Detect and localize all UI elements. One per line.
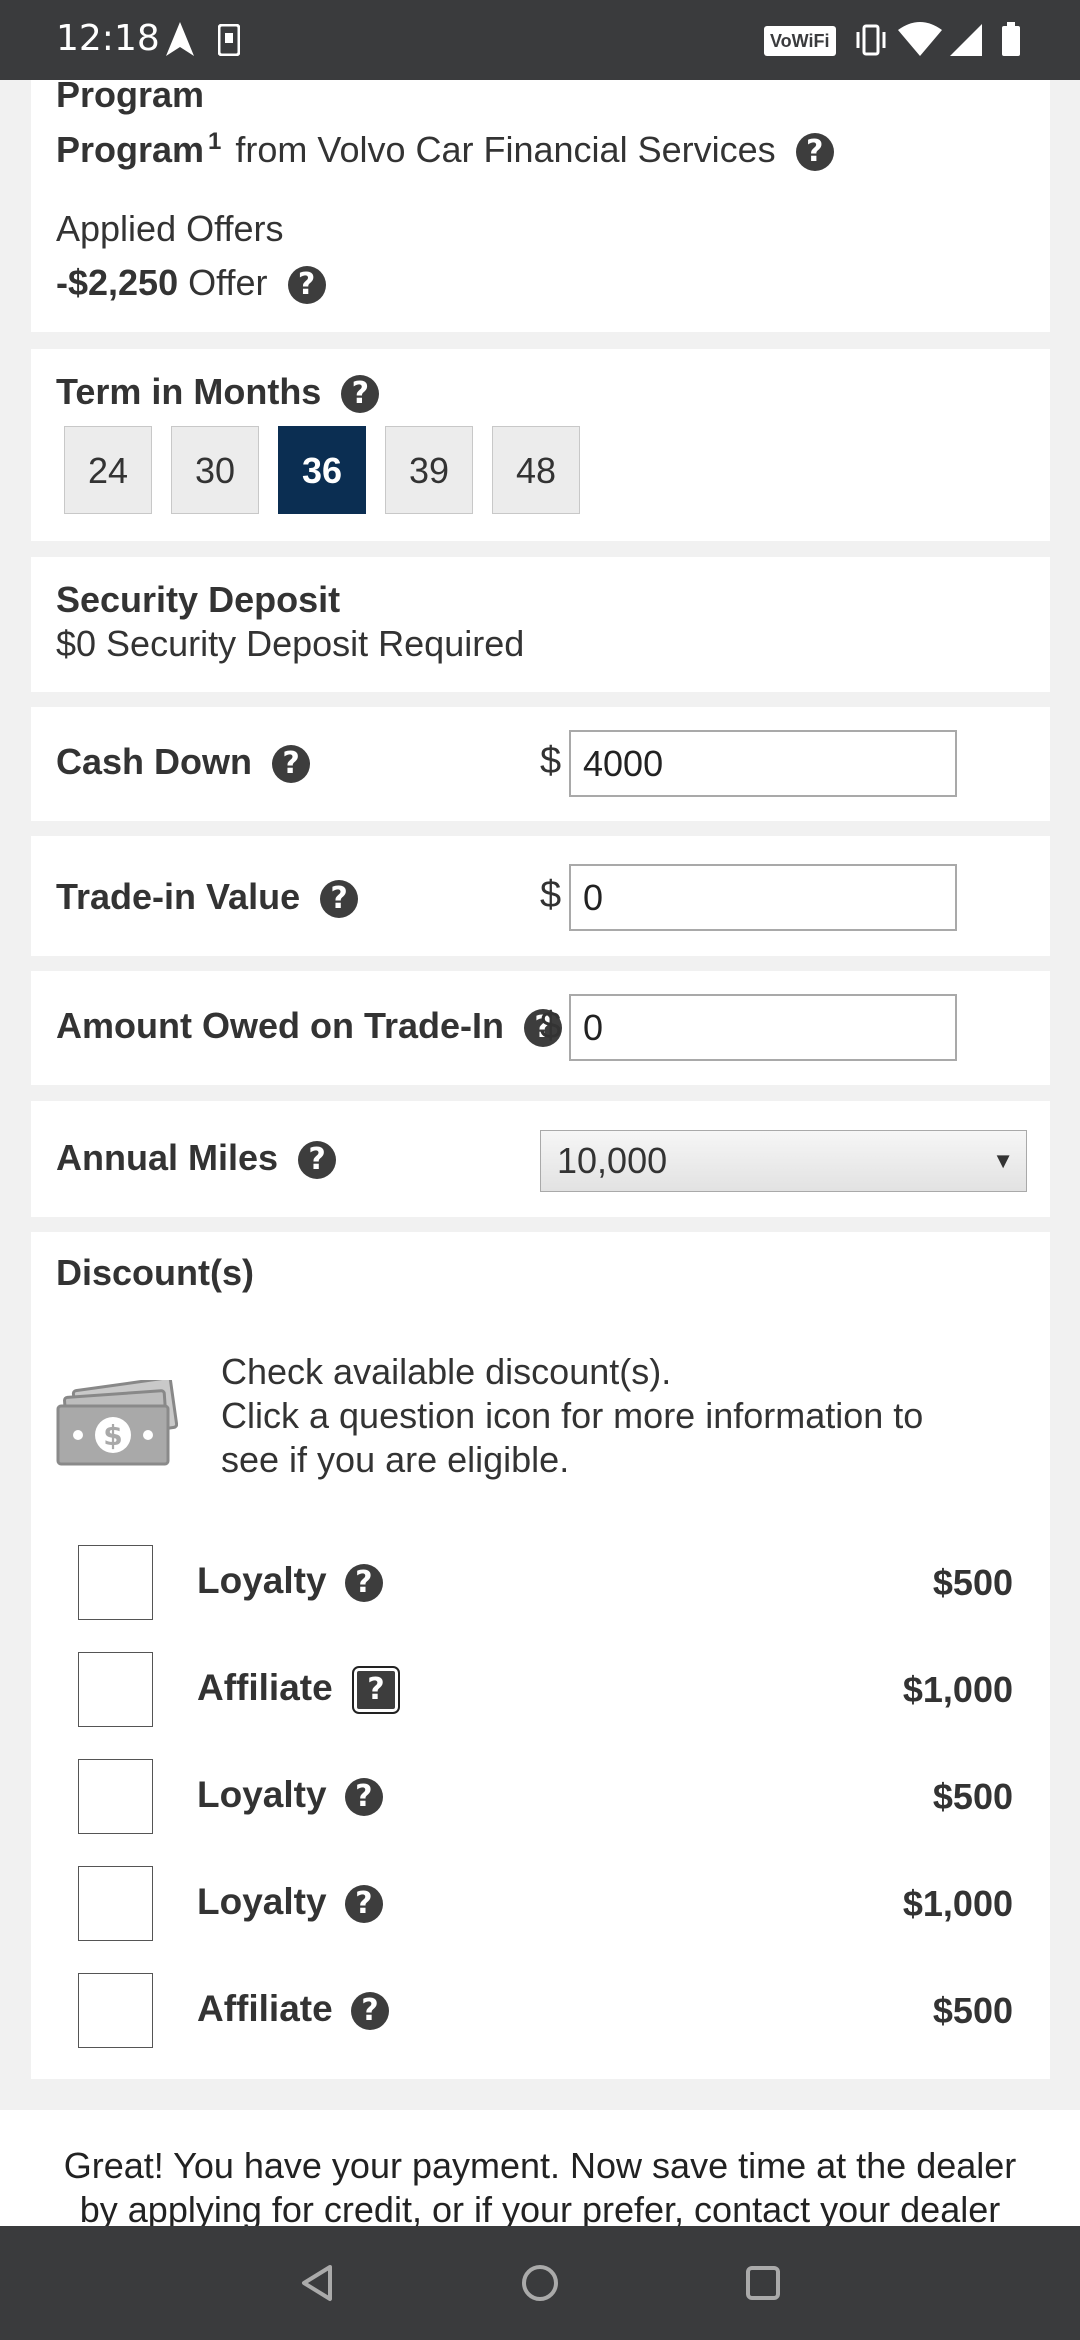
discount-label: Loyalty	[197, 1774, 327, 1815]
term-label-text: Term in Months	[56, 371, 322, 412]
discount-name-1: Loyalty ?	[197, 1560, 383, 1603]
cash-down-input[interactable]: 4000	[569, 730, 957, 797]
cash-down-help-icon[interactable]: ?	[272, 745, 311, 784]
term-option-30[interactable]: 30	[171, 426, 259, 514]
amount-owed-input[interactable]: 0	[569, 994, 957, 1061]
signal-icon	[950, 24, 982, 56]
svg-text:$: $	[103, 1419, 122, 1452]
discount-label: Affiliate	[197, 1988, 333, 2029]
system-nav-bar	[0, 2226, 1080, 2340]
discounts-heading: Discount(s)	[56, 1252, 254, 1293]
discount-help-icon[interactable]: ?	[350, 1992, 389, 2031]
discount-checkbox-2[interactable]	[78, 1652, 153, 1727]
security-deposit-label: Security Deposit	[56, 579, 341, 620]
program-help-icon[interactable]: ?	[795, 133, 834, 172]
status-bar: 12:18 VoWiFi	[0, 0, 1080, 80]
discount-name-4: Loyalty ?	[197, 1881, 383, 1924]
navigation-arrow-icon	[166, 22, 194, 56]
battery-icon	[1002, 22, 1020, 56]
annual-miles-label-text: Annual Miles	[56, 1137, 279, 1178]
discount-checkbox-4[interactable]	[78, 1866, 153, 1941]
security-deposit-card: Security Deposit $0 Security Deposit Req…	[31, 557, 1050, 692]
nav-recents-icon[interactable]	[745, 2265, 781, 2301]
phone-sim-icon	[218, 24, 240, 56]
discount-amount-4: $1,000	[902, 1883, 1013, 1924]
term-option-36[interactable]: 36	[278, 426, 366, 514]
trade-in-help-icon[interactable]: ?	[320, 880, 359, 919]
term-label: Term in Months ?	[56, 371, 380, 414]
cash-bills-icon: $	[56, 1380, 178, 1466]
discount-checkbox-1[interactable]	[78, 1545, 153, 1620]
amount-owed-currency: $	[540, 1005, 562, 1047]
discount-help-icon[interactable]: ?	[344, 1885, 383, 1924]
vowifi-badge: VoWiFi	[764, 26, 836, 56]
term-option-24[interactable]: 24	[64, 426, 152, 514]
annual-miles-value: 10,000	[557, 1140, 668, 1181]
discount-label: Affiliate	[197, 1667, 333, 1708]
cash-down-label-text: Cash Down	[56, 741, 253, 782]
annual-miles-select[interactable]: 10,000 ▼	[540, 1130, 1027, 1192]
vibrate-icon	[856, 24, 886, 56]
trade-in-label: Trade-in Value ?	[56, 876, 359, 919]
discount-name-3: Loyalty ?	[197, 1774, 383, 1817]
term-option-48[interactable]: 48	[492, 426, 580, 514]
discount-checkbox-5[interactable]	[78, 1973, 153, 2048]
dropdown-arrow-icon: ▼	[992, 1148, 1014, 1173]
discount-help-icon[interactable]: ?	[344, 1778, 383, 1817]
discounts-intro-line1: Check available discount(s).	[221, 1351, 672, 1392]
nav-back-icon[interactable]	[300, 2264, 334, 2302]
discount-label: Loyalty	[197, 1560, 327, 1601]
discount-help-icon[interactable]: ?	[351, 1666, 400, 1715]
discount-amount-1: $500	[932, 1562, 1013, 1603]
discounts-intro-line3: see if you are eligible.	[221, 1439, 570, 1480]
security-deposit-text: $0 Security Deposit Required	[56, 623, 525, 664]
cash-down-currency: $	[540, 740, 562, 782]
offer-word: Offer	[188, 262, 268, 303]
annual-miles-help-icon[interactable]: ?	[298, 1141, 337, 1180]
program-footnote: 1	[208, 128, 222, 155]
wifi-icon	[898, 22, 942, 56]
discount-help-icon[interactable]: ?	[344, 1564, 383, 1603]
discount-amount-3: $500	[932, 1776, 1013, 1817]
term-help-icon[interactable]: ?	[341, 375, 380, 414]
nav-home-icon[interactable]	[521, 2264, 559, 2302]
program-source: from Volvo Car Financial Services	[235, 129, 776, 170]
discount-label: Loyalty	[197, 1881, 327, 1922]
offer-amount: -$2,250	[56, 262, 179, 303]
amount-owed-label-text: Amount Owed on Trade-In	[56, 1005, 504, 1046]
amount-owed-label: Amount Owed on Trade-In ?	[56, 1005, 563, 1048]
discounts-intro: Check available discount(s). Click a que…	[221, 1350, 1021, 1482]
discount-amount-5: $500	[932, 1990, 1013, 2031]
discounts-intro-line2: Click a question icon for more informati…	[221, 1395, 924, 1436]
annual-miles-label: Annual Miles ?	[56, 1137, 337, 1180]
discount-amount-2: $1,000	[902, 1669, 1013, 1710]
program-line: Program 1 from Volvo Car Financial Servic…	[56, 128, 834, 172]
trade-in-label-text: Trade-in Value	[56, 876, 301, 917]
status-time: 12:18	[56, 18, 160, 59]
discount-name-2: Affiliate ?	[197, 1666, 400, 1715]
program-name: Program	[56, 129, 205, 170]
discount-name-5: Affiliate ?	[197, 1988, 389, 2031]
applied-offers-label: Applied Offers	[56, 208, 284, 249]
program-card: Program Program 1 from Volvo Car Financia…	[31, 74, 1050, 332]
trade-in-currency: $	[540, 874, 562, 916]
term-option-39[interactable]: 39	[385, 426, 473, 514]
offer-help-icon[interactable]: ?	[287, 266, 326, 305]
discount-checkbox-3[interactable]	[78, 1759, 153, 1834]
footer-message: Great! You have your payment. Now save t…	[20, 2144, 1060, 2232]
footer-line1: Great! You have your payment. Now save t…	[63, 2145, 1017, 2186]
program-heading: Program	[56, 74, 205, 115]
trade-in-input[interactable]: 0	[569, 864, 957, 931]
cash-down-label: Cash Down ?	[56, 741, 311, 784]
applied-offer-line: -$2,250 Offer ?	[56, 262, 326, 305]
